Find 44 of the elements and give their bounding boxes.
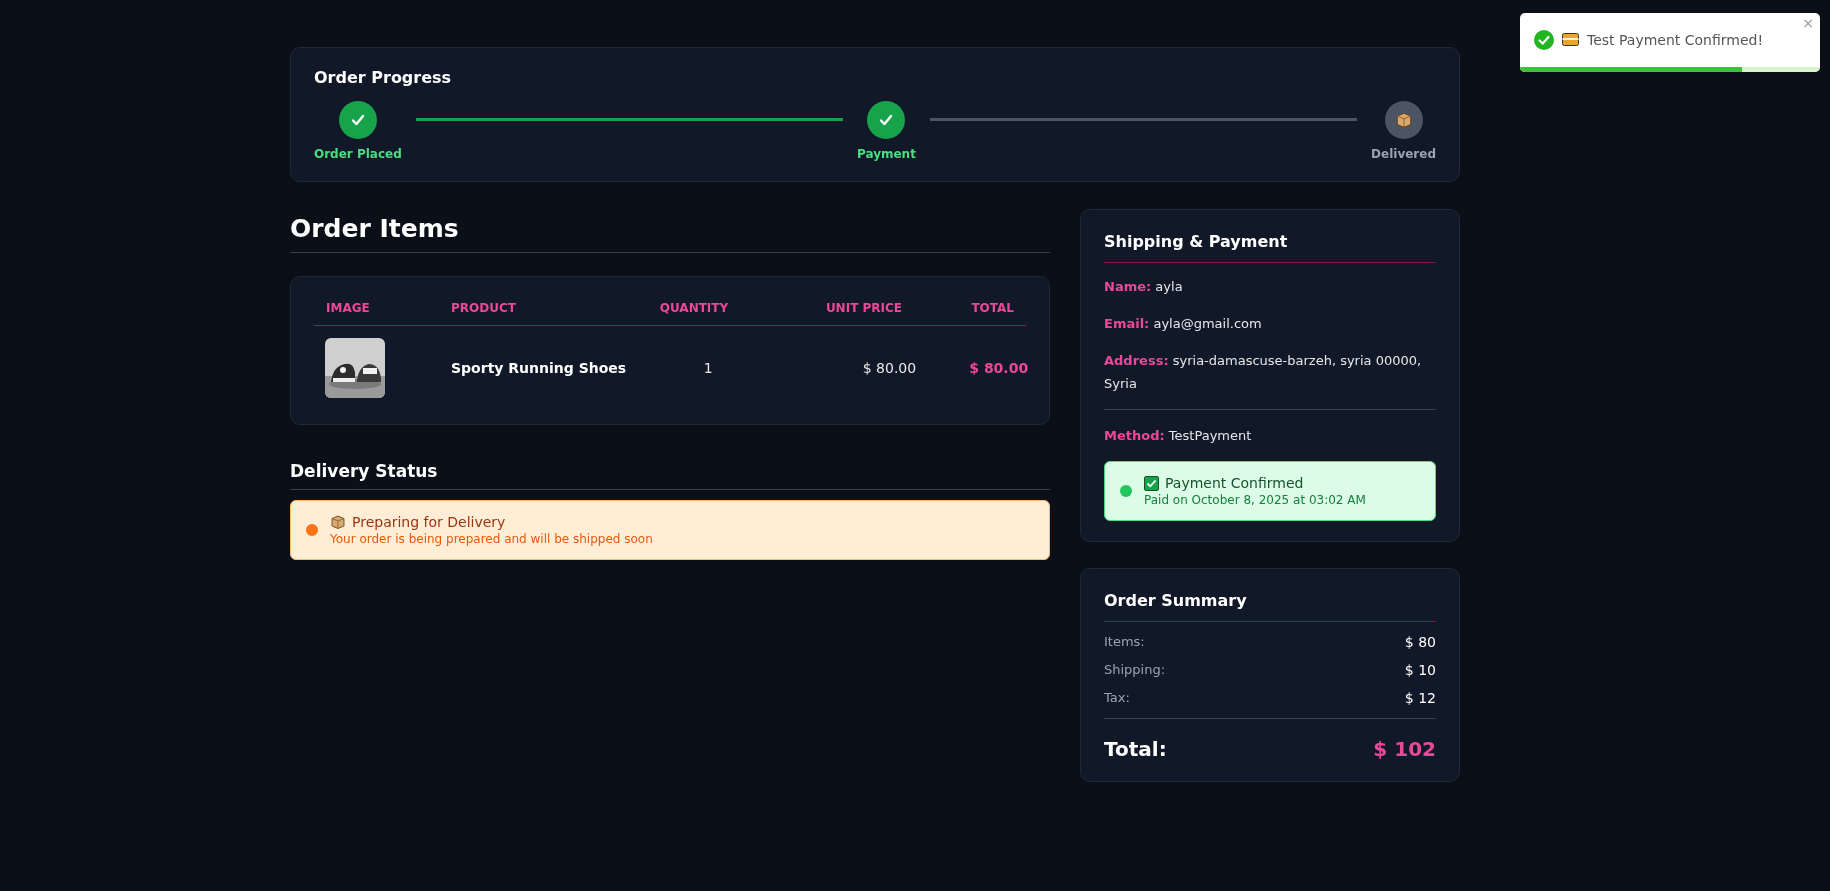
card-title: Order Progress: [314, 68, 453, 87]
column-header: TOTAL: [970, 301, 1015, 315]
step-label: Order Placed: [314, 147, 402, 161]
check-icon: [349, 112, 366, 128]
step-label: Payment: [856, 147, 916, 161]
status-dot: [1120, 485, 1132, 497]
toast-message: Test Payment Confirmed!: [1587, 31, 1764, 48]
table-cell-text: 1: [702, 360, 714, 376]
summary-label: Tax:: [1104, 690, 1130, 706]
step-label: Delivered: [1371, 147, 1436, 161]
summary-value: $ 12: [1404, 690, 1436, 706]
box-icon: [330, 514, 346, 530]
credit-card-icon: [1562, 33, 1579, 46]
detail-text: Address: syria-damascuse-barzeh, syria 00000, Syria: [1104, 352, 1423, 393]
card-title: Shipping & Payment: [1104, 232, 1436, 263]
check-icon: [878, 112, 895, 128]
column-header: UNIT PRICE: [824, 301, 903, 315]
status-dot: [306, 524, 318, 536]
section-title: Delivery Status: [290, 455, 1050, 490]
summary-value: $ 80: [1404, 634, 1436, 650]
status-subtitle: Your order is being prepared and will be shipped soon: [330, 532, 653, 546]
summary-value: $ 10: [1404, 662, 1436, 678]
column-header: QUANTITY: [658, 301, 730, 315]
status-title: Preparing for Delivery: [352, 514, 506, 530]
summary-label: Shipping:: [1104, 662, 1166, 678]
table-cell-text: $ 80.00: [861, 360, 918, 376]
section-title: Order Items: [290, 209, 1050, 253]
total-label: Total:: [1104, 737, 1167, 761]
close-button[interactable]: ×: [1800, 15, 1816, 31]
status-subtitle: Paid on October 8, 2025 at 03:02 AM: [1144, 493, 1366, 507]
table-cell-text: $ 80.00: [968, 360, 1030, 376]
status-title: Payment Confirmed: [1165, 475, 1304, 491]
column-header: PRODUCT: [450, 301, 517, 315]
success-icon: [1534, 29, 1554, 50]
total-value: $ 102: [1373, 737, 1436, 761]
check-box-icon: [1144, 475, 1159, 491]
detail-text: Method: TestPayment: [1104, 427, 1253, 445]
table-cell-text: Sporty Running Shoes: [450, 360, 628, 376]
detail-text: Email: ayla@gmail.com: [1104, 315, 1263, 333]
column-header: IMAGE: [325, 301, 371, 315]
summary-label: Items:: [1104, 634, 1145, 650]
card-title: Order Summary: [1104, 591, 1436, 622]
box-icon: [1394, 111, 1413, 129]
detail-text: Name: ayla: [1104, 278, 1184, 296]
